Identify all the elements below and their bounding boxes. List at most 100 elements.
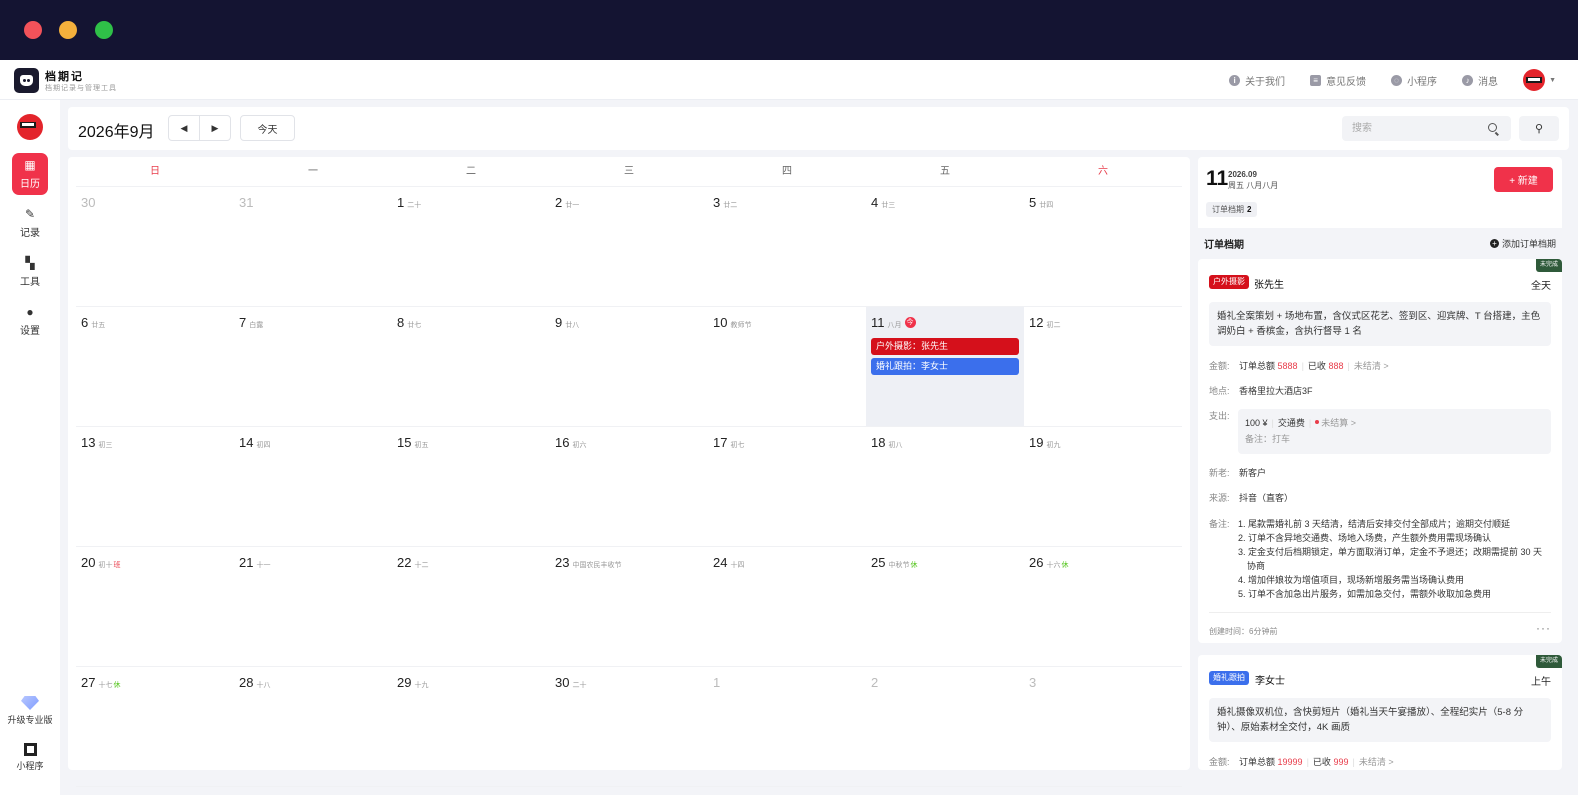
- calendar-day-cell[interactable]: 18 初八: [866, 427, 1024, 547]
- lunar-label: 八月: [887, 322, 902, 329]
- sidebar-item-records[interactable]: ✎ 记录: [12, 202, 48, 244]
- sidebar-miniprogram-button[interactable]: 小程序: [0, 743, 60, 772]
- calendar-event[interactable]: 户外摄影：张先生: [871, 338, 1019, 355]
- created-time: 创建时间：6分钟前: [1209, 627, 1278, 636]
- lunar-label: 廿七: [407, 322, 422, 329]
- calendar-day-cell[interactable]: 30: [76, 187, 234, 307]
- calendar-day-cell[interactable]: 8 廿七: [392, 307, 550, 427]
- order-count-chip: 订单档期 2: [1206, 202, 1258, 217]
- sidebar-item-settings[interactable]: ● 设置: [12, 300, 48, 342]
- add-order-link[interactable]: + 添加订单档期: [1489, 237, 1556, 250]
- calendar-day-cell[interactable]: 16 初六: [550, 427, 708, 547]
- day-number: 17: [713, 435, 728, 450]
- day-number: 2: [871, 675, 879, 690]
- today-button[interactable]: 今天: [240, 115, 295, 141]
- calendar-day-cell[interactable]: 14 初四: [234, 427, 392, 547]
- calendar-day-cell[interactable]: 26 十六休: [1024, 547, 1182, 667]
- day-number: 18: [871, 435, 886, 450]
- order-card[interactable]: 未完成 户外摄影 张先生 全天 婚礼全案策划 + 场地布置，含仪式区花艺、签到区…: [1198, 259, 1562, 643]
- calendar-day-cell[interactable]: 11 八月今户外摄影：张先生 婚礼跟拍：李女士: [866, 307, 1024, 427]
- nav-about[interactable]: i 关于我们: [1229, 73, 1285, 88]
- calendar-day-cell[interactable]: 28 十八: [234, 667, 392, 787]
- calendar-day-cell[interactable]: 22 十二: [392, 547, 550, 667]
- user-menu[interactable]: ▼: [1523, 69, 1556, 91]
- calendar-day-cell[interactable]: 2: [866, 667, 1024, 787]
- day-number: 8: [397, 315, 405, 330]
- search-icon[interactable]: [1488, 123, 1497, 132]
- calendar-day-cell[interactable]: 6 廿五: [76, 307, 234, 427]
- today-badge: 今: [904, 317, 916, 328]
- nav-feedback[interactable]: ≡ 意见反馈: [1310, 73, 1366, 88]
- day-number: 16: [555, 435, 570, 450]
- source-row: 来源: 抖音（直客）: [1209, 493, 1294, 503]
- calendar-day-cell[interactable]: 4 廿三: [866, 187, 1024, 307]
- calendar-day-cell[interactable]: 30 二十: [550, 667, 708, 787]
- sidebar-item-calendar[interactable]: ▦ 日历: [12, 153, 48, 195]
- filter-button[interactable]: ⚲: [1519, 116, 1559, 141]
- minimize-window-button[interactable]: [59, 21, 77, 39]
- calendar-day-cell[interactable]: 12 初二: [1024, 307, 1182, 427]
- more-options-icon[interactable]: ···: [1536, 621, 1551, 635]
- expense-label: 支出:: [1209, 411, 1230, 421]
- unsettled-link[interactable]: 未结清 >: [1354, 361, 1389, 371]
- upgrade-pro-button[interactable]: 升级专业版: [0, 696, 60, 726]
- month-calendar: 日 一 二 三 四 五 六 30 31 1 二十 2 廿一 3 廿二 4 廿三 5 廿四 6 廿五 7 白露 8…: [68, 157, 1190, 787]
- lunar-label: 十四: [730, 562, 745, 569]
- calendar-day-cell[interactable]: 3: [1024, 667, 1182, 787]
- lunar-label: 初二: [1046, 322, 1061, 329]
- calendar-day-cell[interactable]: 1 二十: [392, 187, 550, 307]
- unsettled-dot-icon: [1315, 420, 1320, 424]
- calendar-day-cell[interactable]: 20 初十班: [76, 547, 234, 667]
- prev-month-button[interactable]: ◀: [169, 116, 200, 140]
- day-number: 22: [397, 555, 412, 570]
- calendar-day-cell[interactable]: 1: [708, 667, 866, 787]
- status-badge: 未完成: [1535, 259, 1562, 272]
- day-number: 1: [713, 675, 721, 690]
- calendar-day-cell[interactable]: 29 十九: [392, 667, 550, 787]
- holiday-tag: 班: [113, 562, 121, 569]
- lunar-label: 初八: [888, 442, 903, 449]
- day-number: 20: [81, 555, 96, 570]
- maximize-window-button[interactable]: [95, 21, 113, 39]
- calendar-event[interactable]: 婚礼跟拍：李女士: [871, 358, 1019, 375]
- calendar-day-cell[interactable]: 7 白露: [234, 307, 392, 427]
- calendar-day-cell[interactable]: 31: [234, 187, 392, 307]
- close-window-button[interactable]: [24, 21, 42, 39]
- calendar-day-cell[interactable]: 24 十四: [708, 547, 866, 667]
- sidebar-item-tools[interactable]: ▚ 工具: [12, 251, 48, 293]
- weekday-label: 二: [466, 166, 476, 177]
- calendar-day-cell[interactable]: 23 中国农民丰收节: [550, 547, 708, 667]
- lunar-label: 初五: [414, 442, 429, 449]
- sidebar-avatar[interactable]: [17, 114, 43, 140]
- day-number: 5: [1029, 195, 1037, 210]
- chevron-down-icon: ▼: [1549, 76, 1556, 84]
- calendar-day-cell[interactable]: 3 廿二: [708, 187, 866, 307]
- calendar-day-cell[interactable]: 5 廿四: [1024, 187, 1182, 307]
- calendar-day-cell[interactable]: 13 初三: [76, 427, 234, 547]
- calendar-day-cell[interactable]: 17 初七: [708, 427, 866, 547]
- search-input[interactable]: [1342, 116, 1511, 141]
- calendar-day-cell[interactable]: 2 廿一: [550, 187, 708, 307]
- day-number: 21: [239, 555, 254, 570]
- order-card[interactable]: 未完成 婚礼跟拍 李女士 上午 婚礼摄像双机位，含快剪短片（婚礼当天午宴播放）、…: [1198, 655, 1562, 770]
- nav-messages[interactable]: ♪ 消息: [1462, 73, 1498, 88]
- nav-miniprogram[interactable]: ◌ 小程序: [1391, 73, 1437, 88]
- calendar-day-cell[interactable]: 10 教师节: [708, 307, 866, 427]
- calendar-day-cell[interactable]: 21 十一: [234, 547, 392, 667]
- day-number: 27: [81, 675, 96, 690]
- status-badge: 未完成: [1535, 655, 1562, 668]
- unsettled-link[interactable]: 未结清 >: [1359, 757, 1394, 767]
- calendar-day-cell[interactable]: 25 中秋节休: [866, 547, 1024, 667]
- calendar-day-cell[interactable]: 9 廿八: [550, 307, 708, 427]
- calendar-day-cell[interactable]: 19 初九: [1024, 427, 1182, 547]
- customer-name: 张先生: [1254, 280, 1284, 291]
- app-title: 档期记: [45, 71, 84, 83]
- expense-status-link[interactable]: 未结算 >: [1321, 418, 1356, 428]
- calendar-day-cell[interactable]: 15 初五: [392, 427, 550, 547]
- lunar-label: 廿四: [1039, 202, 1054, 209]
- new-order-button[interactable]: + 新建: [1494, 167, 1553, 192]
- weekday-label: 四: [782, 166, 792, 177]
- app-subtitle: 档期记录与管理工具: [45, 85, 117, 92]
- next-month-button[interactable]: ▶: [200, 116, 230, 140]
- calendar-day-cell[interactable]: 27 十七休: [76, 667, 234, 787]
